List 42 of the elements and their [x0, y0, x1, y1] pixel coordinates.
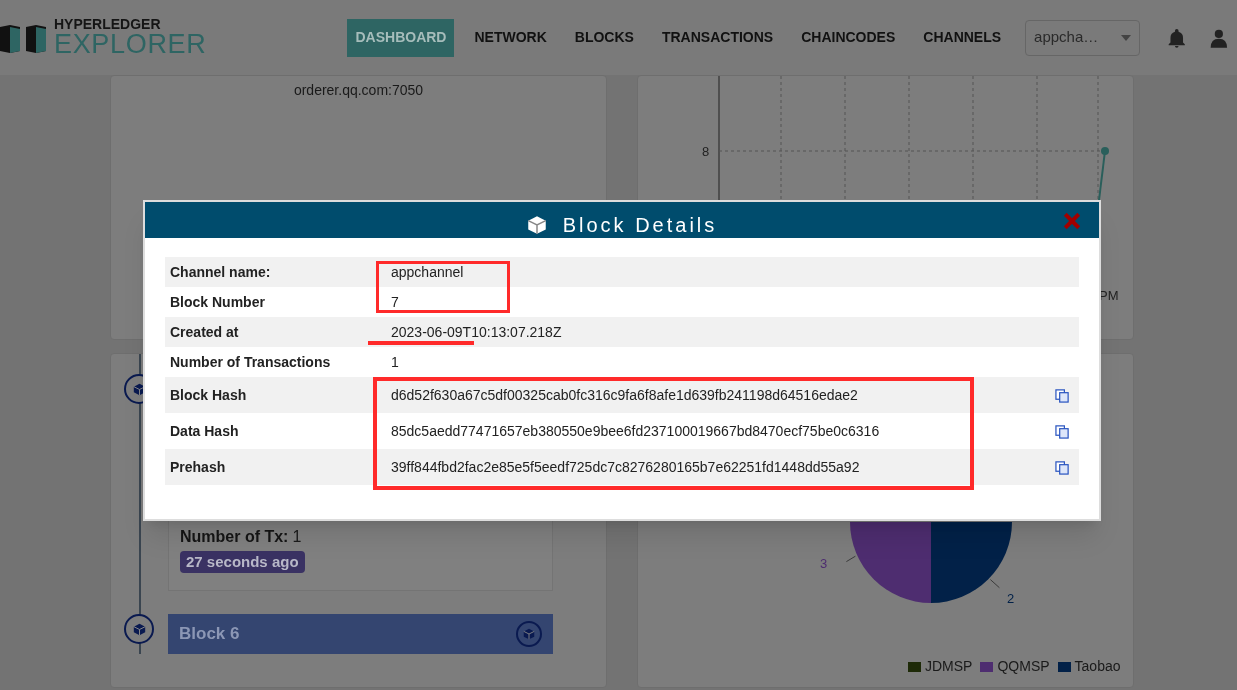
cube-icon — [523, 628, 535, 640]
detail-label: Number of Transactions — [169, 354, 332, 370]
cube-icon — [526, 215, 547, 235]
legend-label: Taobao — [1074, 657, 1121, 676]
tx-count: 1 — [292, 526, 302, 547]
logo-title: HYPERLEDGER — [54, 17, 162, 31]
detail-label: Block Number — [169, 294, 266, 310]
dropdown-caret-icon — [1120, 34, 1131, 41]
copy-icon[interactable] — [1055, 459, 1070, 475]
detail-value: 85dc5aedd77471657eb380550e9bee6fd237100019667bd8470ecf75be0c6316 — [391, 423, 880, 439]
tx-count-label: Number of Tx: — [180, 526, 289, 547]
cube-icon — [132, 622, 146, 636]
nav-tab[interactable]: DASHBOARD — [347, 18, 455, 57]
slice-label: 2 — [1007, 590, 1015, 608]
detail-label: Prehash — [169, 459, 227, 475]
block-row[interactable]: Block 6 — [168, 614, 553, 654]
nav-tab[interactable]: CHANNELS — [915, 18, 1010, 57]
nav-tab[interactable]: TRANSACTIONS — [653, 18, 782, 57]
detail-label: Channel name: — [169, 264, 272, 280]
copy-icon[interactable] — [1055, 387, 1070, 403]
nav-tab[interactable]: CHAINCODES — [793, 18, 904, 57]
axis-label: 8 — [702, 143, 710, 161]
age-badge: 27 seconds ago — [180, 550, 305, 573]
nav-tab[interactable]: BLOCKS — [566, 18, 642, 57]
detail-value: appchannel — [391, 264, 464, 280]
copy-icon[interactable] — [1055, 423, 1070, 439]
orderer-address: orderer.qq.com:7050 — [293, 81, 424, 100]
detail-value: d6d52f630a67c5df00325cab0fc316c9fa6f8afe1d639fb241198d64516edae2 — [391, 387, 858, 403]
nav-tab[interactable]: NETWORK — [466, 18, 555, 57]
detail-value: 7 — [391, 294, 399, 310]
detail-label: Created at — [169, 324, 240, 340]
detail-value: 39ff844fbd2fac2e85e5f5eedf725dc7c8276280165b7e62251fd1448dd55a92 — [391, 459, 860, 475]
logo-subtitle: EXPLORER — [54, 31, 207, 58]
detail-label: Block Hash — [169, 387, 248, 403]
channel-select[interactable]: appcha… — [1025, 19, 1140, 56]
detail-label: Data Hash — [169, 423, 240, 439]
legend-label: QQMSP — [997, 657, 1050, 676]
dialog-title: Block Details — [562, 213, 718, 238]
legend-label: JDMSP — [925, 657, 973, 676]
slice-label: 3 — [820, 555, 828, 573]
detail-value: 1 — [391, 354, 399, 370]
detail-value: 2023-06-09T10:13:07.218Z — [391, 324, 562, 340]
